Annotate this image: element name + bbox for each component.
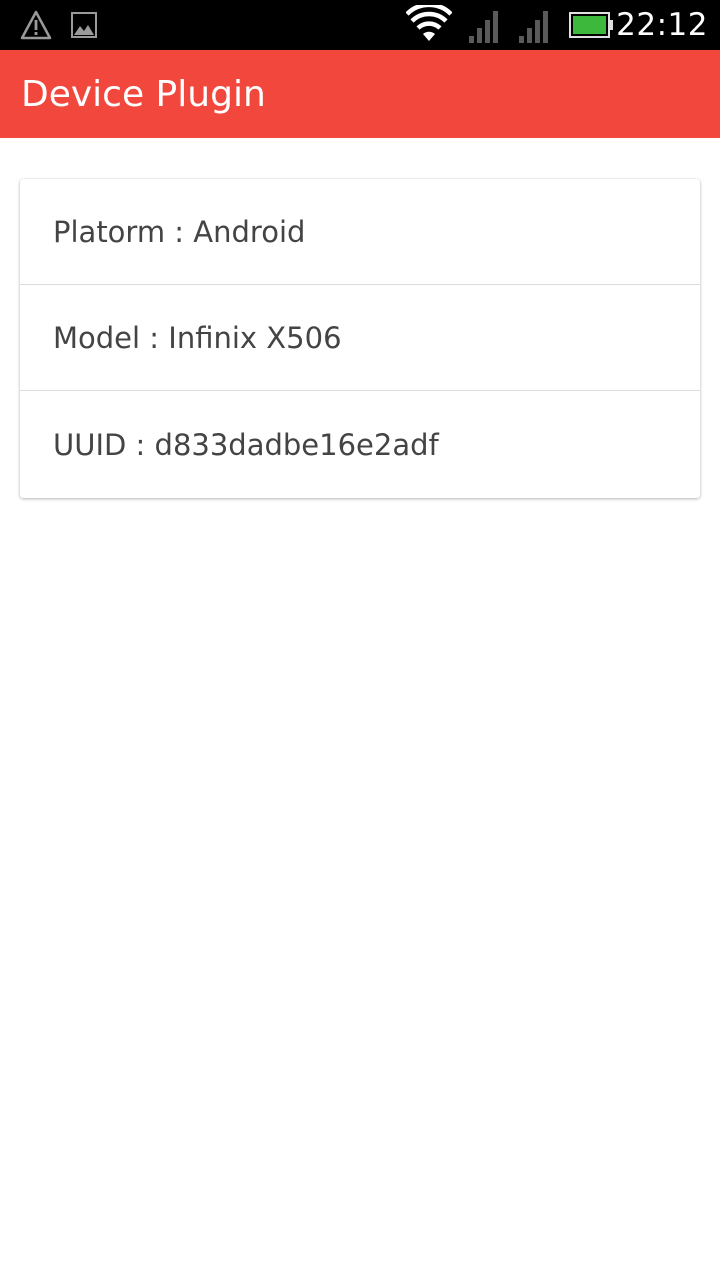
device-info-card: Platorm : Android Model : Infinix X506 U… xyxy=(20,179,700,498)
battery-icon xyxy=(569,12,615,42)
status-bar: 22:12 xyxy=(0,0,720,50)
platform-item[interactable]: Platorm : Android xyxy=(20,179,700,285)
content-area: Platorm : Android Model : Infinix X506 U… xyxy=(0,138,720,1280)
platform-label: Platorm : Android xyxy=(53,214,306,249)
model-item[interactable]: Model : Infinix X506 xyxy=(20,285,700,391)
app-title: Device Plugin xyxy=(21,74,266,115)
warning-icon xyxy=(20,10,52,44)
status-time: 22:12 xyxy=(616,7,708,43)
uuid-label: UUID : d833dadbe16e2adf xyxy=(53,427,439,462)
signal-icon xyxy=(468,8,502,48)
uuid-item[interactable]: UUID : d833dadbe16e2adf xyxy=(20,391,700,498)
wifi-icon xyxy=(405,2,453,47)
model-label: Model : Infinix X506 xyxy=(53,320,342,355)
app-bar: Device Plugin xyxy=(0,50,720,138)
signal-icon xyxy=(518,8,552,48)
image-notification-icon xyxy=(71,12,97,42)
